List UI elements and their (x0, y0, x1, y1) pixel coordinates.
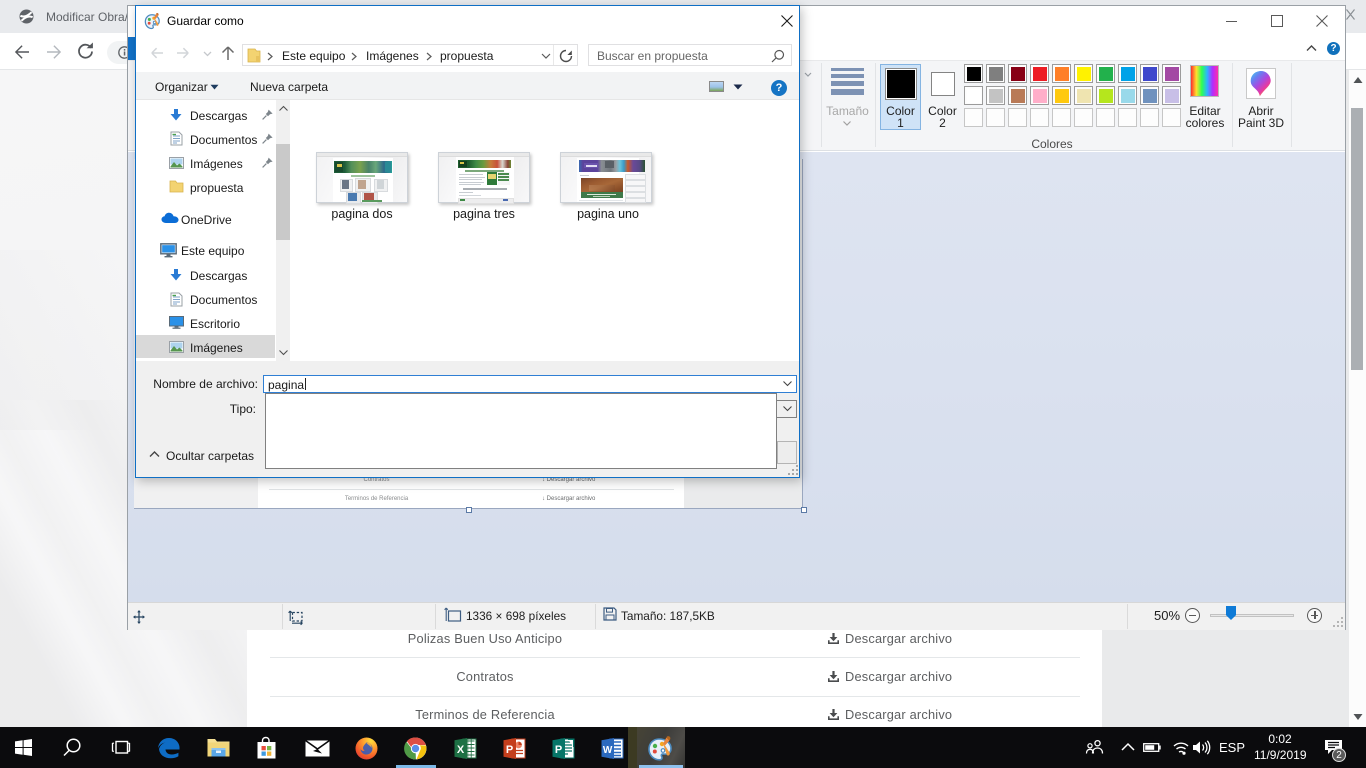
svg-text:P: P (555, 744, 562, 756)
svg-text:X: X (457, 744, 465, 756)
svg-text:W: W (603, 745, 613, 756)
svg-text:P: P (506, 744, 513, 756)
